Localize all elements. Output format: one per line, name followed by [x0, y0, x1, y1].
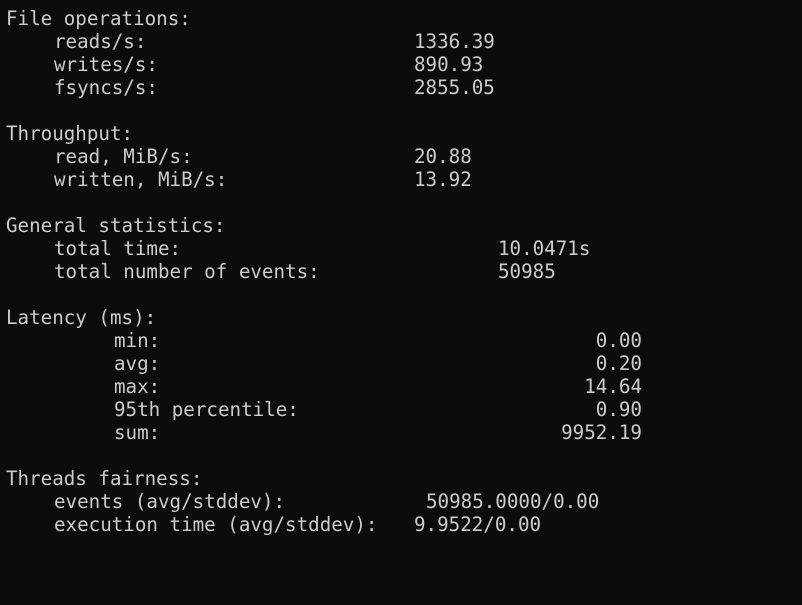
stat-row-latency-sum: sum: 9952.19 — [6, 421, 802, 444]
stat-row-latency-avg: avg: 0.20 — [6, 352, 802, 375]
stat-label: avg: — [114, 352, 161, 375]
stat-value: 9952.19 — [561, 421, 642, 444]
stat-label: min: — [114, 329, 161, 352]
section-threads-fairness: Threads fairness: — [6, 467, 802, 490]
stat-value: 50985.0000/0.00 — [426, 490, 600, 513]
stat-row-reads: reads/s: 1336.39 — [6, 30, 802, 53]
section-latency: Latency (ms): — [6, 306, 802, 329]
section-general-statistics: General statistics: — [6, 214, 802, 237]
section-title: File operations: — [6, 7, 191, 30]
section-throughput: Throughput: — [6, 122, 802, 145]
stat-label: 95th percentile: — [114, 398, 299, 421]
stat-value: 10.0471s — [498, 237, 591, 260]
stat-label: total time: — [54, 237, 182, 260]
stat-label: events (avg/stddev): — [54, 490, 286, 513]
section-file-operations: File operations: — [6, 7, 802, 30]
stat-row-read-mib: read, MiB/s: 20.88 — [6, 145, 802, 168]
stat-row-written-mib: written, MiB/s: 13.92 — [6, 168, 802, 191]
stat-label: fsyncs/s: — [54, 76, 158, 99]
stat-label: sum: — [114, 421, 161, 444]
section-title: Latency (ms): — [6, 306, 157, 329]
stat-row-events-avg-stddev: events (avg/stddev): 50985.0000/0.00 — [6, 490, 802, 513]
stat-value: 20.88 — [414, 145, 472, 168]
stat-value: 1336.39 — [414, 30, 495, 53]
stat-label: execution time (avg/stddev): — [54, 513, 378, 536]
stat-value: 0.90 — [595, 398, 642, 421]
stat-row-latency-min: min: 0.00 — [6, 329, 802, 352]
stat-row-total-events: total number of events: 50985 — [6, 260, 802, 283]
stat-value: 0.20 — [595, 352, 642, 375]
stat-row-total-time: total time: 10.0471s — [6, 237, 802, 260]
stat-label: total number of events: — [54, 260, 320, 283]
section-title: General statistics: — [6, 214, 226, 237]
stat-label: writes/s: — [54, 53, 158, 76]
stat-label: read, MiB/s: — [54, 145, 193, 168]
section-title: Throughput: — [6, 122, 134, 145]
stat-value: 0.00 — [595, 329, 642, 352]
stat-value: 9.9522/0.00 — [414, 513, 542, 536]
stat-value: 890.93 — [414, 53, 484, 76]
stat-row-exec-time-avg-stddev: execution time (avg/stddev): 9.9522/0.00 — [6, 513, 802, 536]
terminal-output[interactable]: File operations: reads/s: 1336.39 writes… — [6, 7, 802, 543]
stat-label: written, MiB/s: — [54, 168, 228, 191]
stat-value: 2855.05 — [414, 76, 495, 99]
stat-row-latency-max: max: 14.64 — [6, 375, 802, 398]
stat-label: reads/s: — [54, 30, 147, 53]
stat-value: 14.64 — [584, 375, 642, 398]
stat-row-writes: writes/s: 890.93 — [6, 53, 802, 76]
stat-value: 50985 — [498, 260, 556, 283]
section-title: Threads fairness: — [6, 467, 203, 490]
stat-row-fsyncs: fsyncs/s: 2855.05 — [6, 76, 802, 99]
stat-value: 13.92 — [414, 168, 472, 191]
stat-label: max: — [114, 375, 161, 398]
stat-row-latency-p95: 95th percentile: 0.90 — [6, 398, 802, 421]
